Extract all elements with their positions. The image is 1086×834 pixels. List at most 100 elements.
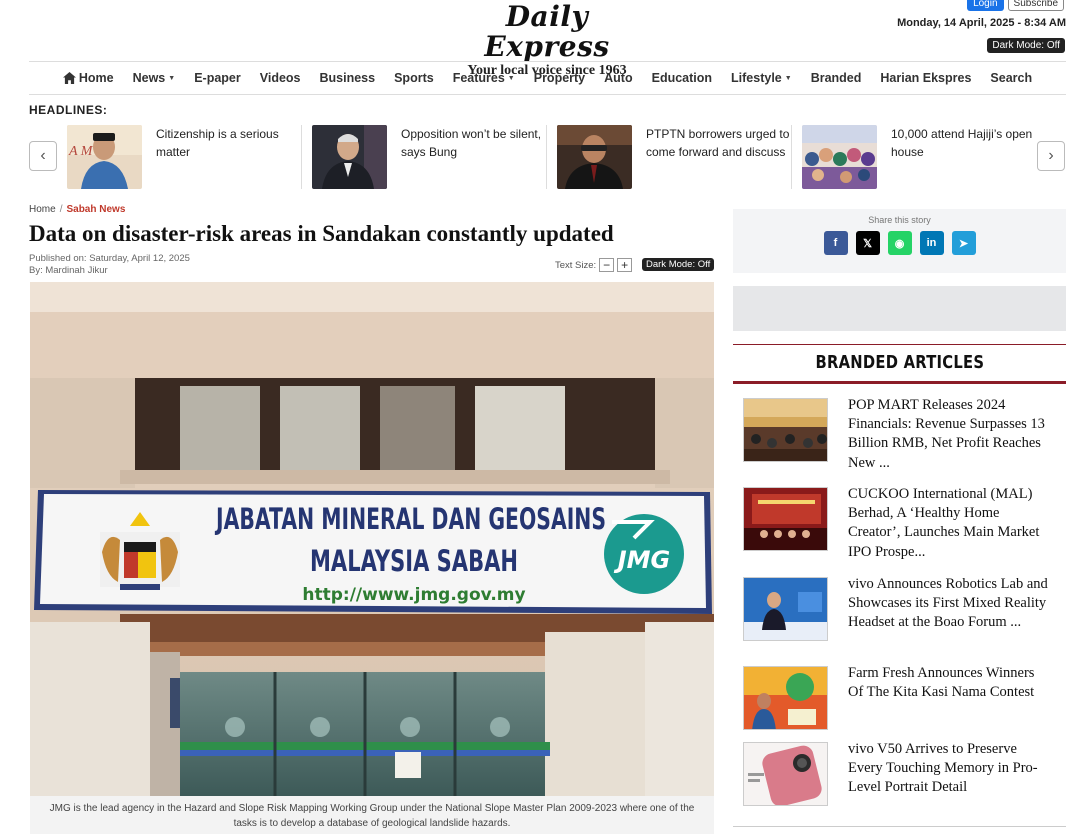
publish-date: Published on: Saturday, April 12, 2025 <box>29 253 190 264</box>
caret-down-icon: ▼ <box>168 74 176 82</box>
share-label: Share this story <box>868 215 931 225</box>
headline-item[interactable]: PTPTN borrowers urged to come forward an… <box>557 125 792 189</box>
nav-property-label: Property <box>533 71 586 85</box>
headline-title: Citizenship is a serious matter <box>156 127 279 159</box>
nav-harian-ekspres[interactable]: Harian Ekspres <box>880 71 971 85</box>
photo-sign-url: http://www.jmg.gov.my <box>302 585 525 605</box>
nav-search-label: Search <box>990 71 1033 85</box>
branded-thumbnail <box>743 742 828 806</box>
branded-item[interactable]: CUCKOO International (MAL) Berhad, A ‘He… <box>743 486 1053 562</box>
headline-title: Opposition won’t be silent, says Bung <box>401 127 542 159</box>
breadcrumb: Home / Sabah News <box>29 204 125 215</box>
headline-title: PTPTN borrowers urged to come forward an… <box>646 127 790 159</box>
headlines-prev-button[interactable]: ‹ <box>29 141 57 171</box>
login-button[interactable]: Login <box>967 0 1004 11</box>
branded-item[interactable]: vivo Announces Robotics Lab and Showcase… <box>743 576 1053 641</box>
share-buttons: f 𝕏 ◉ in ➤ <box>733 231 1066 255</box>
nav-videos-label: Videos <box>259 71 301 85</box>
nav-epaper-label: E-paper <box>194 71 241 85</box>
branded-title: CUCKOO International (MAL) Berhad, A ‘He… <box>848 486 1040 560</box>
article-photo: JABATAN MINERAL DAN GEOSAINS MALAYSIA SA… <box>30 282 714 796</box>
masthead: Daily Express Your local voice since 196… <box>0 0 1086 78</box>
branded-title: vivo V50 Arrives to Preserve Every Touch… <box>848 741 1038 796</box>
nav-property[interactable]: Property <box>534 71 585 85</box>
headline-item[interactable]: A M U Citizenship is a serious matter <box>67 125 302 189</box>
branded-item[interactable]: POP MART Releases 2024 Financials: Reven… <box>743 397 1053 473</box>
nav-branded[interactable]: Branded <box>811 71 862 85</box>
nav-news[interactable]: News ▼ <box>133 71 176 85</box>
caret-down-icon: ▼ <box>507 74 515 82</box>
article-meta: Published on: Saturday, April 12, 2025 B… <box>29 253 190 277</box>
nav-auto[interactable]: Auto <box>604 71 632 85</box>
breadcrumb-section[interactable]: Sabah News <box>66 204 125 215</box>
whatsapp-icon: ◉ <box>894 237 905 250</box>
nav-features-label: Features <box>452 71 505 85</box>
text-size-decrease-button[interactable]: − <box>599 258 615 272</box>
text-size-control: Text Size: − + <box>555 258 633 272</box>
facebook-share-button[interactable]: f <box>823 231 848 255</box>
breadcrumb-home[interactable]: Home <box>29 204 56 215</box>
main-nav: Home News ▼ E-paper Videos Business Sport… <box>29 61 1066 95</box>
nav-home-label: Home <box>78 71 114 85</box>
nav-home[interactable]: Home <box>62 71 114 85</box>
nav-business[interactable]: Business <box>320 71 376 85</box>
facebook-icon: f <box>833 237 838 249</box>
headline-title: 10,000 attend Hajiji’s open house <box>891 127 1033 159</box>
linkedin-share-button[interactable]: in <box>919 231 944 255</box>
sidebar-divider <box>733 826 1066 827</box>
nav-business-label: Business <box>319 71 376 85</box>
photo-logo-text: JMG <box>614 546 671 574</box>
dark-mode-toggle[interactable]: Dark Mode: Off <box>987 38 1065 53</box>
headlines-next-button[interactable]: › <box>1037 141 1065 171</box>
article-title: Data on disaster-risk areas in Sandakan … <box>29 221 614 246</box>
branded-item[interactable]: Farm Fresh Announces Winners Of The Kita… <box>743 665 1053 730</box>
nav-news-label: News <box>132 71 166 85</box>
logo-title: Daily Express <box>484 0 610 63</box>
photo-caption: JMG is the lead agency in the Hazard and… <box>30 796 714 834</box>
headline-item[interactable]: Opposition won’t be silent, says Bung <box>312 125 547 189</box>
branded-thumbnail <box>743 577 828 641</box>
linkedin-icon: in <box>926 237 937 249</box>
branded-thumbnail <box>743 487 828 551</box>
photo-sign-line1: JABATAN MINERAL DAN GEOSAINS <box>215 502 606 536</box>
nav-education-label: Education <box>651 71 713 85</box>
text-size-increase-button[interactable]: + <box>617 258 633 272</box>
text-size-label: Text Size: <box>555 259 597 271</box>
x-icon: 𝕏 <box>863 237 872 250</box>
branded-thumbnail <box>743 398 828 462</box>
breadcrumb-separator: / <box>59 204 63 215</box>
headline-item[interactable]: 10,000 attend Hajiji’s open house <box>802 125 1037 189</box>
share-panel: Share this story f 𝕏 ◉ in ➤ <box>733 209 1066 273</box>
chevron-left-icon: ‹ <box>40 147 46 164</box>
headline-thumbnail <box>557 125 632 189</box>
nav-videos[interactable]: Videos <box>260 71 301 85</box>
nav-epaper[interactable]: E-paper <box>194 71 241 85</box>
ad-placeholder <box>733 286 1066 331</box>
account-actions: Login Subscribe <box>967 0 1064 11</box>
x-share-button[interactable]: 𝕏 <box>855 231 880 255</box>
branded-thumbnail <box>743 666 828 730</box>
branded-item[interactable]: vivo V50 Arrives to Preserve Every Touch… <box>743 741 1053 806</box>
home-icon <box>62 72 76 84</box>
photo-sign-line2: MALAYSIA SABAH <box>310 544 518 578</box>
nav-sports-label: Sports <box>394 71 434 85</box>
nav-search[interactable]: Search <box>990 71 1032 85</box>
article-dark-mode-toggle[interactable]: Dark Mode: Off <box>642 258 715 271</box>
chevron-right-icon: › <box>1048 147 1054 164</box>
byline: By: Mardinah Jikur <box>29 265 108 276</box>
branded-heading-text: BRANDED ARTICLES <box>815 352 984 373</box>
whatsapp-share-button[interactable]: ◉ <box>887 231 912 255</box>
subscribe-button[interactable]: Subscribe <box>1007 0 1064 11</box>
nav-branded-label: Branded <box>810 71 862 85</box>
nav-lifestyle-label: Lifestyle <box>731 71 782 85</box>
telegram-share-button[interactable]: ➤ <box>951 231 976 255</box>
nav-harian-label: Harian Ekspres <box>880 71 972 85</box>
nav-lifestyle[interactable]: Lifestyle ▼ <box>731 71 792 85</box>
nav-auto-label: Auto <box>604 71 633 85</box>
telegram-icon: ➤ <box>958 237 969 250</box>
nav-sports[interactable]: Sports <box>394 71 434 85</box>
nav-features[interactable]: Features ▼ <box>453 71 515 85</box>
nav-education[interactable]: Education <box>652 71 712 85</box>
headline-thumbnail <box>312 125 387 189</box>
branded-title: vivo Announces Robotics Lab and Showcase… <box>848 576 1048 631</box>
